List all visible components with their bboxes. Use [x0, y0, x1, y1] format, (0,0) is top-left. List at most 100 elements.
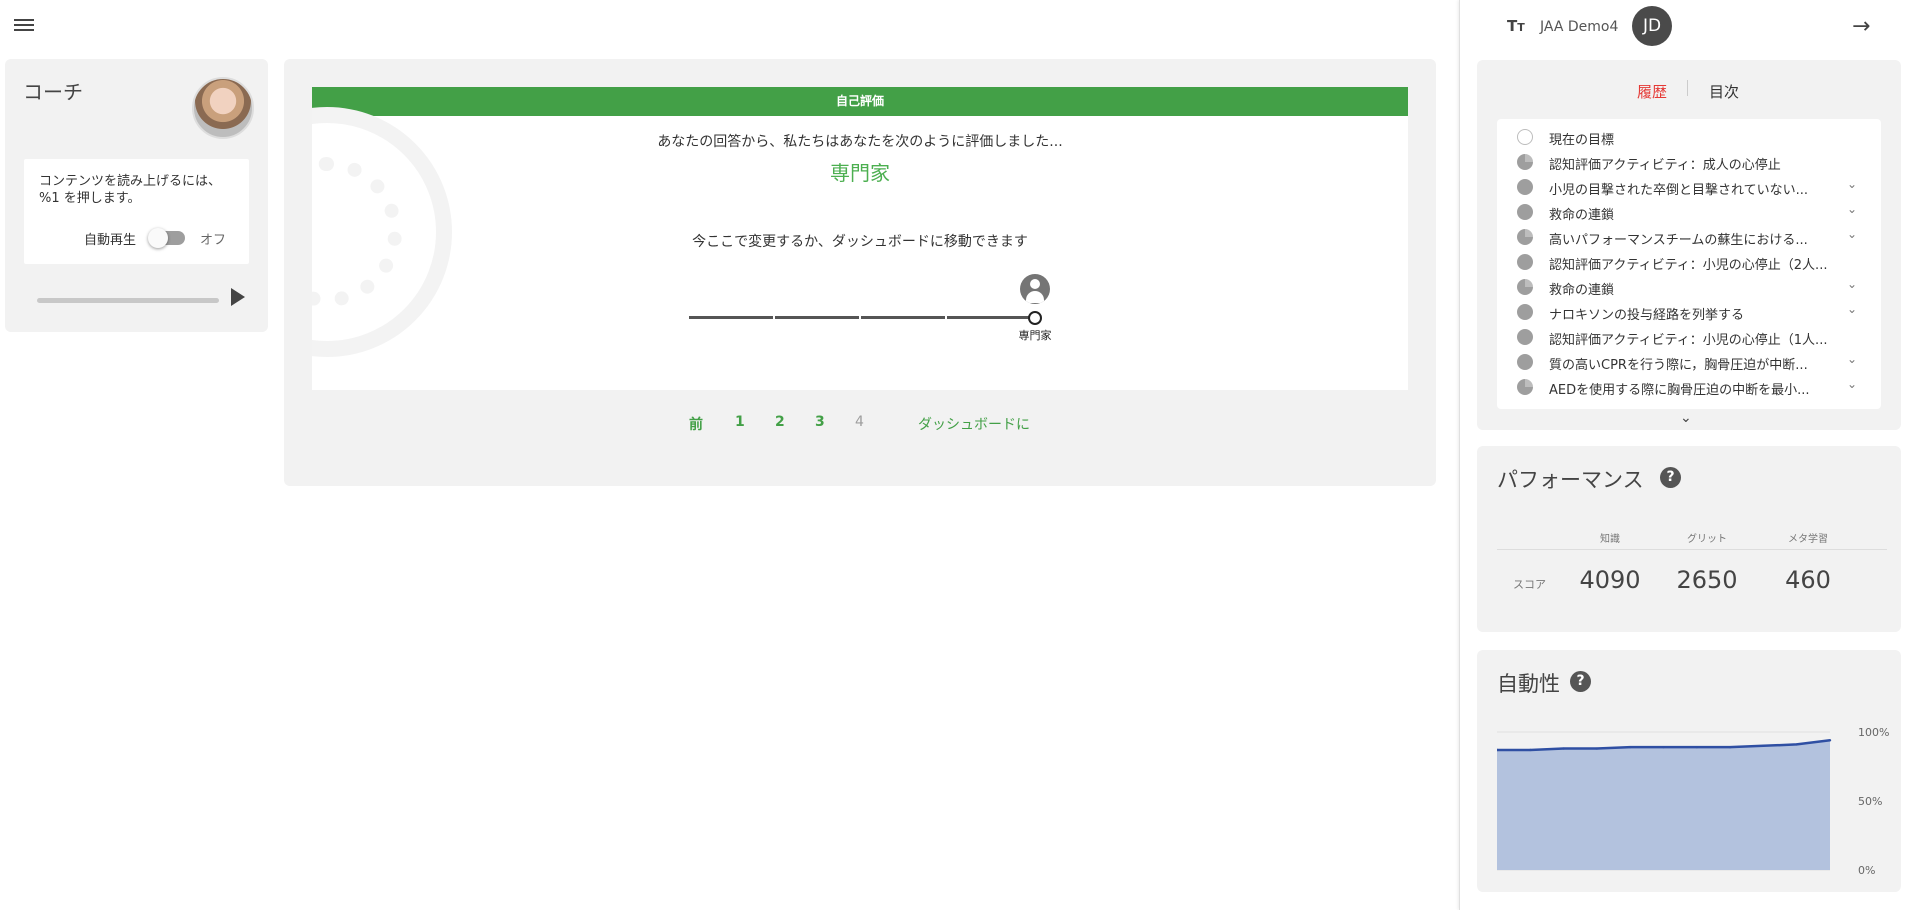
automaticity-point [1662, 745, 1665, 749]
automaticity-point [1695, 745, 1698, 749]
text-size-icon[interactable]: TT [1507, 17, 1525, 35]
chevron-down-icon[interactable]: ⌄ [1847, 177, 1857, 191]
level-slider-track[interactable] [687, 316, 1037, 319]
history-item-label: ナロキソンの投与経路を列挙する [1549, 308, 1745, 323]
autoplay-label: 自動再生 [84, 233, 137, 248]
user-marker-icon [1020, 274, 1050, 304]
autoplay-toggle[interactable] [148, 228, 185, 248]
coach-title: コーチ [23, 80, 83, 104]
history-item-label: 救命の連鎖 [1549, 208, 1615, 223]
history-item-label: 質の高いCPRを行う際に，胸骨圧迫が中断... [1549, 358, 1808, 373]
y-tick-label: 0% [1858, 864, 1875, 877]
tab-divider [1687, 80, 1688, 96]
automaticity-point [1562, 747, 1565, 750]
automaticity-chart: 100% 50% 0% [1497, 726, 1889, 877]
perf-col-grit: グリット [1687, 534, 1727, 545]
history-list: 現在の目標認知評価アクティビティ：成人の心停止小児の目撃された卒倒と目撃されてい… [1497, 119, 1881, 409]
toggle-knob [148, 228, 168, 248]
automaticity-card: 自動性 ? 100% 50% 0% [1477, 650, 1901, 892]
play-icon[interactable] [231, 288, 245, 306]
help-icon[interactable]: ? [1570, 671, 1591, 692]
automaticity-point [1828, 739, 1832, 742]
chevron-down-icon[interactable]: ⌄ [1847, 202, 1857, 216]
pager-page-1[interactable]: 1 [735, 414, 745, 430]
pager-page-3[interactable]: 3 [815, 414, 825, 430]
arrow-right-icon[interactable]: → [1852, 14, 1870, 39]
divider [1497, 549, 1887, 550]
automaticity-point [1595, 747, 1599, 750]
progress-circle-icon [1517, 254, 1533, 270]
tab-toc[interactable]: 目次 [1709, 81, 1739, 102]
chevron-down-icon[interactable]: ⌄ [1847, 302, 1857, 316]
performance-card: パフォーマンス ? 知識 グリット メタ学習 スコア 4090 2650 460 [1477, 446, 1901, 632]
performance-title: パフォーマンス [1497, 468, 1644, 492]
assessment-intro: あなたの回答から、私たちはあなたを次のように評価しました... [657, 134, 1063, 150]
progress-circle-icon [1517, 129, 1533, 145]
main-panel: 自己評価 あなたの回答から、私たちはあなたを次のように評価しました... 専門家… [284, 59, 1436, 486]
chevron-down-icon[interactable]: ⌄ [1847, 352, 1857, 366]
pager-prev[interactable]: 前 [689, 414, 703, 434]
history-item-label: AEDを使用する際に胸骨圧迫の中断を最小... [1549, 383, 1810, 398]
progress-circle-icon [1517, 229, 1533, 245]
history-item[interactable]: AEDを使用する際に胸骨圧迫の中断を最小... ⌄ [1517, 377, 1867, 398]
hamburger-menu-icon[interactable] [12, 16, 36, 38]
history-item-label: 認知評価アクティビティ：成人の心停止 [1549, 158, 1781, 173]
audio-progress-bar[interactable] [37, 298, 219, 303]
history-item[interactable]: 救命の連鎖 ⌄ [1517, 277, 1867, 298]
assessment-header: 自己評価 [312, 87, 1408, 116]
user-name: JAA Demo4 [1540, 19, 1619, 35]
user-avatar[interactable]: JD [1632, 6, 1672, 46]
level-slider-handle[interactable] [1028, 311, 1042, 325]
progress-circle-icon [1517, 154, 1533, 170]
progress-circle-icon [1517, 279, 1533, 295]
autoplay-state: オフ [200, 233, 227, 248]
chevron-down-icon[interactable]: ⌄ [1847, 227, 1857, 241]
pager-dashboard-link[interactable]: ダッシュボードに [918, 414, 1030, 434]
progress-circle-icon [1517, 179, 1533, 195]
history-item[interactable]: ナロキソンの投与経路を列挙する ⌄ [1517, 302, 1867, 323]
coach-avatar [192, 77, 254, 139]
history-item[interactable]: 認知評価アクティビティ：成人の心停止 [1517, 152, 1867, 173]
history-item[interactable]: 高いパフォーマンスチームの蘇生における... ⌄ [1517, 227, 1867, 248]
perf-value-knowledge: 4090 [1579, 566, 1641, 594]
app-root: コーチ コンテンツを読み上げるには、 %1 を押します。 自動再生 オフ 自己評… [0, 0, 1909, 910]
assessment-level: 専門家 [830, 161, 890, 185]
perf-row-label: スコア [1513, 578, 1546, 591]
slider-label: 専門家 [1018, 329, 1052, 342]
automaticity-title: 自動性 [1497, 672, 1560, 696]
pager-page-4: 4 [855, 414, 864, 430]
history-item-label: 認知評価アクティビティ：小児の心停止（1人... [1549, 333, 1828, 348]
automaticity-point [1629, 745, 1632, 749]
automaticity-point [1728, 745, 1732, 749]
history-item[interactable]: 救命の連鎖 ⌄ [1517, 202, 1867, 223]
y-tick-label: 100% [1858, 726, 1889, 739]
pager-page-2[interactable]: 2 [775, 414, 785, 430]
automaticity-area [1497, 740, 1830, 870]
help-icon[interactable]: ? [1660, 467, 1681, 488]
perf-value-metalearning: 460 [1785, 566, 1831, 594]
assessment-change-text: 今ここで変更するか、ダッシュボードに移動できます [692, 234, 1028, 250]
history-item[interactable]: 認知評価アクティビティ：小児の心停止（2人... [1517, 252, 1867, 273]
history-item[interactable]: 質の高いCPRを行う際に，胸骨圧迫が中断... ⌄ [1517, 352, 1867, 373]
tab-history[interactable]: 履歴 [1637, 81, 1667, 102]
history-item[interactable]: 小児の目撃された卒倒と目撃されていない... ⌄ [1517, 177, 1867, 198]
progress-circle-icon [1517, 204, 1533, 220]
history-item-label: 現在の目標 [1549, 133, 1615, 148]
progress-circle-icon [1517, 354, 1533, 370]
perf-value-grit: 2650 [1676, 566, 1738, 594]
chevron-down-icon[interactable]: ⌄ [1847, 377, 1857, 391]
coach-instruction: コンテンツを読み上げるには、 %1 を押します。 [39, 174, 222, 206]
perf-col-knowledge: 知識 [1600, 534, 1620, 545]
perf-col-metalearning: メタ学習 [1788, 534, 1828, 545]
chevron-down-icon[interactable]: ⌄ [1680, 410, 1692, 426]
slider-tick [687, 316, 689, 319]
chevron-down-icon[interactable]: ⌄ [1847, 277, 1857, 291]
history-item[interactable]: 認知評価アクティビティ：小児の心停止（1人... [1517, 327, 1867, 348]
slider-tick [945, 316, 947, 319]
progress-circle-icon [1517, 304, 1533, 320]
history-item[interactable]: 現在の目標 [1517, 127, 1867, 148]
automaticity-point [1529, 748, 1532, 752]
automaticity-point [1762, 744, 1765, 747]
history-item-label: 高いパフォーマンスチームの蘇生における... [1549, 233, 1808, 248]
progress-circle-icon [1517, 329, 1533, 345]
